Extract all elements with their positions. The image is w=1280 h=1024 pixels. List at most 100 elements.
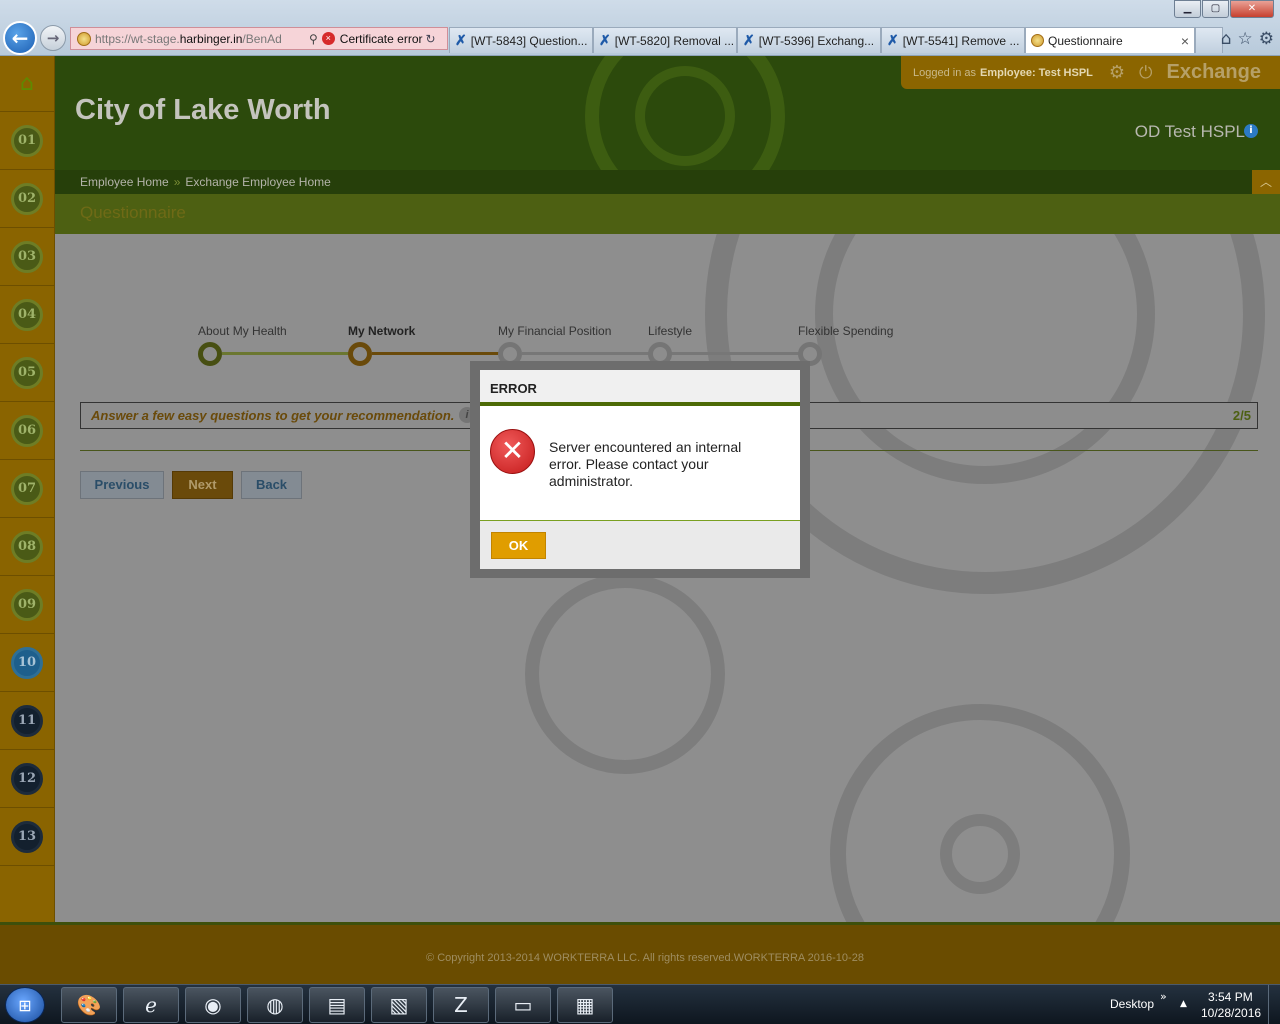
info-icon[interactable]: i [1244,124,1258,138]
address-search-icon[interactable]: ⚲ [309,32,318,46]
step-label-flexible-spending: Flexible Spending [798,324,894,338]
firefox-icon: ◍ [266,993,284,1017]
breadcrumb-separator: » [173,175,181,189]
step-progress-count: 2/5 [1232,408,1251,423]
rail-step-item[interactable]: 10 [0,634,54,692]
browser-tab[interactable]: ✗ [WT-5820] Removal ... [593,27,737,53]
rail-step-item[interactable]: 09 [0,576,54,634]
error-dialog: ERROR ✕ Server encountered an internal e… [480,370,800,569]
site-favicon-icon [1031,34,1044,47]
previous-button[interactable]: Previous [80,471,164,499]
jira-icon: ✗ [887,32,899,48]
main-content: About My Health My Network My Financial … [55,234,1280,922]
tab-label: [WT-5820] Removal ... [614,33,735,48]
step-label-about-my-health: About My Health [198,324,287,338]
step-marker-current[interactable] [348,342,372,366]
desktop-toolbar-label[interactable]: Desktop [1110,997,1154,1011]
browser-tabs: ✗ [WT-5843] Question... ✗ [WT-5820] Remova… [449,27,1223,54]
collapse-chevron-icon[interactable]: ︿ [1252,170,1280,194]
rail-step-number: 12 [11,762,43,795]
window-controls: ▁ ▢ ✕ [1173,0,1274,18]
taskbar-app-sticky-notes[interactable]: ▧ [371,987,427,1023]
rail-step-item[interactable]: 11 [0,692,54,750]
settings-gear-icon[interactable]: ⚙ [1109,62,1125,83]
ok-button[interactable]: OK [491,532,546,559]
next-button[interactable]: Next [172,471,233,499]
browser-tab[interactable]: ✗ [WT-5396] Exchang... [737,27,881,53]
step-connector [222,352,360,355]
clock-date[interactable]: 10/28/2016 [1201,1006,1261,1020]
rail-step-number: 13 [11,820,43,853]
tab-close-icon[interactable]: × [1181,33,1189,49]
browser-toolbar-icons: ⌂ ☆ ⚙ [1221,29,1274,49]
certificate-error-icon[interactable]: × [321,32,335,45]
step-label-lifestyle: Lifestyle [648,324,693,338]
taskbar-app-paint[interactable]: 🎨 [61,987,117,1023]
browser-tab-active[interactable]: Questionnaire × [1025,27,1195,53]
rail-step-item[interactable]: 04 [0,286,54,344]
exchange-label[interactable]: Exchange [1166,61,1260,84]
progress-steps: About My Health My Network My Financial … [198,324,918,366]
favorites-icon[interactable]: ☆ [1238,29,1253,49]
rail-step-item[interactable]: 13 [0,808,54,866]
step-label-my-network: My Network [348,324,416,338]
close-window-button[interactable]: ✕ [1230,0,1274,18]
toolbar-chevron-icon[interactable]: » [1160,990,1167,1003]
tab-label: [WT-5843] Question... [470,33,588,48]
rail-step-item[interactable]: 08 [0,518,54,576]
taskbar-app-document[interactable]: ▦ [557,987,613,1023]
new-tab-button[interactable] [1195,27,1223,53]
tab-label: [WT-5541] Remove ... [902,33,1020,48]
rail-step-item[interactable]: 01 [0,112,54,170]
certificate-error-label[interactable]: Certificate error [340,32,423,46]
rail-home-icon[interactable]: ⌂ [0,56,54,112]
copyright-text: © Copyright 2013-2014 WORKTERRA LLC. All… [426,952,864,964]
step-marker-done[interactable] [198,342,222,366]
paint-icon: 🎨 [76,993,102,1017]
refresh-icon[interactable]: ↻ [425,32,435,46]
minimize-button[interactable]: ▁ [1174,0,1201,18]
rail-step-number: 08 [11,530,43,563]
jira-icon: ✗ [743,32,755,48]
address-bar[interactable]: https://wt-stage.harbinger.in/BenAd ⚲ × … [70,27,448,50]
rail-step-number: 03 [11,240,43,273]
rail-step-item[interactable]: 12 [0,750,54,808]
rail-step-number: 05 [11,356,43,389]
browser-forward-button[interactable]: → [40,25,66,51]
show-desktop-button[interactable] [1268,985,1280,1024]
breadcrumb: Employee Home » Exchange Employee Home ︿ [55,170,1280,194]
logout-power-icon[interactable]: ⏻ [1139,63,1152,83]
rail-step-item[interactable]: 07 [0,460,54,518]
taskbar-app-firefox[interactable]: ◍ [247,987,303,1023]
breadcrumb-item-exchange-home[interactable]: Exchange Employee Home [185,175,330,189]
tools-gear-icon[interactable]: ⚙ [1259,29,1274,49]
rail-step-item[interactable]: 03 [0,228,54,286]
breadcrumb-item-employee-home[interactable]: Employee Home [80,175,169,189]
rail-step-item[interactable]: 05 [0,344,54,402]
rail-step-number: 11 [11,704,43,737]
clock-time[interactable]: 3:54 PM [1208,990,1253,1004]
internet-explorer-icon: ℯ [145,993,157,1017]
tab-label: [WT-5396] Exchang... [758,33,875,48]
home-icon[interactable]: ⌂ [1221,29,1232,49]
rail-step-item[interactable]: 06 [0,402,54,460]
dialog-footer: OK [480,521,800,569]
logged-in-label: Logged in as [913,66,976,79]
document-icon: ▦ [575,993,595,1017]
browser-back-button[interactable]: ← [3,21,37,55]
back-button[interactable]: Back [241,471,302,499]
url-text[interactable]: https://wt-stage.harbinger.in/BenAd [95,32,305,46]
taskbar-app-file-explorer[interactable]: ▭ [495,987,551,1023]
taskbar-app-zoom[interactable]: Z [433,987,489,1023]
browser-tab[interactable]: ✗ [WT-5843] Question... [449,27,593,53]
dialog-body: ✕ Server encountered an internal error. … [480,406,800,521]
taskbar-app-internet-explorer[interactable]: ℯ [123,987,179,1023]
browser-tab[interactable]: ✗ [WT-5541] Remove ... [881,27,1025,53]
taskbar-app-notepad[interactable]: ▤ [309,987,365,1023]
taskbar-app-chrome[interactable]: ◉ [185,987,241,1023]
tray-expand-icon[interactable]: ▲ [1180,999,1187,1009]
rail-step-number: 01 [11,124,43,157]
maximize-button[interactable]: ▢ [1202,0,1229,18]
start-button[interactable]: ⊞ [5,987,45,1023]
rail-step-item[interactable]: 02 [0,170,54,228]
